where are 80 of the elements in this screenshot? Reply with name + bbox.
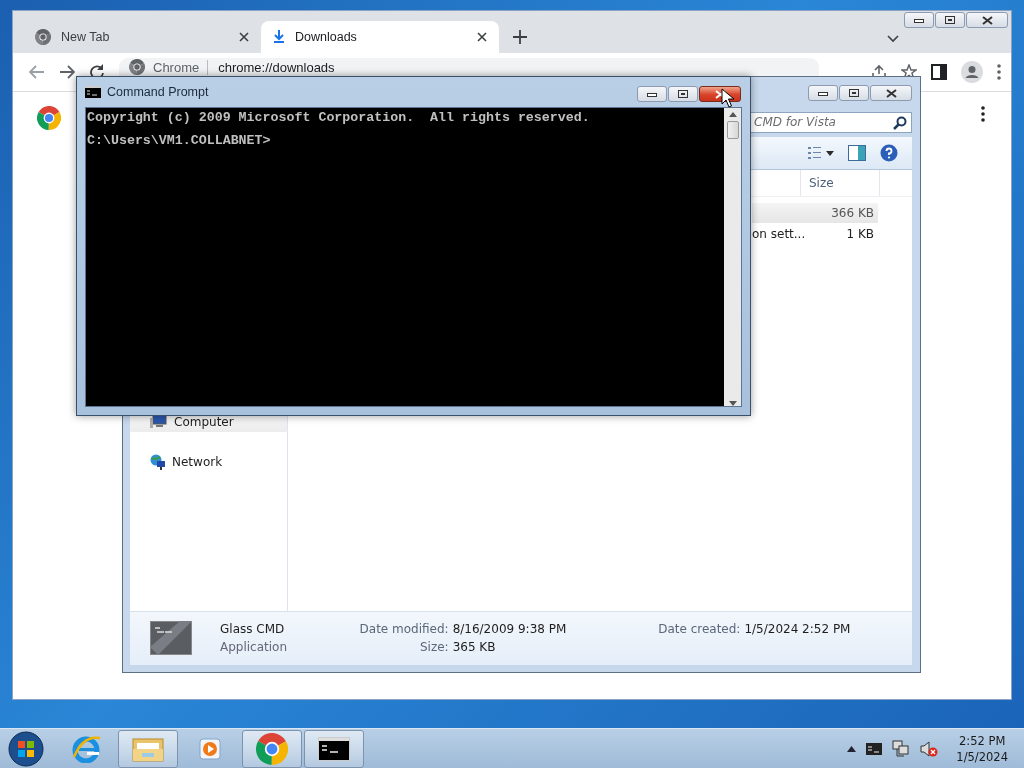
scroll-down-icon[interactable] [728, 401, 737, 406]
side-panel-icon[interactable] [931, 64, 947, 80]
file-size: 366 KB [831, 206, 874, 220]
list-view-icon[interactable] [808, 146, 834, 160]
detail-label: Date created: [657, 622, 741, 636]
minimize-icon [647, 91, 657, 97]
window-title: Command Prompt [107, 85, 210, 99]
browser-logo-icon [35, 29, 51, 45]
minimize-button[interactable] [808, 85, 838, 101]
plus-icon[interactable] [513, 30, 527, 44]
close-button[interactable] [966, 12, 1008, 28]
back-icon[interactable] [29, 65, 45, 79]
restore-icon [678, 90, 688, 98]
more-menu-icon[interactable] [981, 106, 985, 122]
maximize-button[interactable] [935, 12, 965, 28]
detail-value: 8/16/2009 9:38 PM [452, 622, 568, 636]
minimize-icon [914, 17, 924, 23]
computer-icon [150, 415, 168, 429]
close-icon[interactable] [239, 32, 249, 42]
maximize-button[interactable] [668, 86, 698, 102]
nav-item[interactable]: Network [130, 452, 287, 472]
file-row[interactable]: on sett... 1 KB [752, 224, 878, 244]
browser-logo-icon [256, 732, 288, 765]
clock-time: 2:52 PM [959, 732, 1006, 749]
network-icon [150, 454, 166, 470]
preview-pane-icon[interactable] [848, 145, 866, 161]
pointer-icon [721, 88, 734, 108]
close-icon [981, 15, 993, 25]
start-orb-icon[interactable] [6, 729, 46, 768]
clock-date: 1/5/2024 [956, 748, 1008, 765]
browser-logo-icon [129, 59, 145, 75]
minimize-button[interactable] [904, 12, 934, 28]
close-icon[interactable] [477, 32, 487, 42]
file-row[interactable]: 366 KB [752, 203, 878, 223]
download-icon [273, 30, 285, 44]
console-icon [318, 736, 350, 761]
close-icon [885, 88, 897, 98]
file-type: Application [220, 640, 289, 654]
address-bar[interactable]: Chrome chrome://downloads [119, 58, 819, 76]
play-icon [197, 735, 223, 762]
url-text: chrome://downloads [207, 59, 335, 75]
close-button[interactable] [870, 85, 912, 101]
console-icon [85, 86, 101, 98]
file-name: Glass CMD [220, 622, 286, 636]
clock[interactable]: 2:52 PM 1/5/2024 [956, 732, 1008, 765]
minimize-button[interactable] [637, 86, 667, 102]
application-icon [150, 621, 192, 655]
show-hidden-icons-icon[interactable] [847, 745, 857, 752]
e-browser-icon [71, 734, 101, 763]
chevron-down-icon[interactable] [887, 35, 899, 43]
forward-icon[interactable] [59, 65, 75, 79]
taskbar-button[interactable] [304, 729, 364, 768]
console-text: Copyright (c) 2009 Microsoft Corporation. All rights reserved. [87, 112, 591, 124]
console-text: C:\Users\VM1.COLLABNET> [87, 135, 272, 147]
detail-label: Date modified: [358, 622, 449, 636]
scroll-up-icon[interactable] [728, 112, 737, 117]
console-icon[interactable] [866, 742, 883, 755]
scrollbar[interactable] [724, 108, 741, 406]
restore-icon [945, 16, 955, 24]
file-name: on sett... [752, 227, 806, 241]
detail-value: 365 KB [452, 640, 497, 654]
column-header[interactable]: Size [800, 170, 880, 196]
site-label: Chrome [153, 59, 200, 75]
minimize-icon [818, 90, 828, 96]
help-icon[interactable] [880, 144, 898, 162]
profile-icon[interactable] [961, 61, 983, 83]
browser-tab[interactable]: New Tab [23, 21, 261, 53]
scroll-thumb[interactable] [726, 121, 739, 139]
detail-value: 1/5/2024 2:52 PM [744, 622, 852, 636]
detail-label: Size: [418, 640, 449, 654]
restore-icon [849, 89, 859, 97]
file-size: 1 KB [846, 227, 874, 241]
maximize-button[interactable] [839, 85, 869, 101]
browser-logo-icon [37, 106, 61, 130]
browser-tab[interactable]: Downloads [261, 21, 499, 53]
network-icon[interactable] [892, 739, 911, 758]
more-menu-icon[interactable] [997, 64, 1001, 80]
search-icon [893, 115, 907, 130]
volume-muted-icon[interactable] [920, 739, 939, 758]
search-field[interactable]: CMD for Vista [750, 111, 912, 133]
